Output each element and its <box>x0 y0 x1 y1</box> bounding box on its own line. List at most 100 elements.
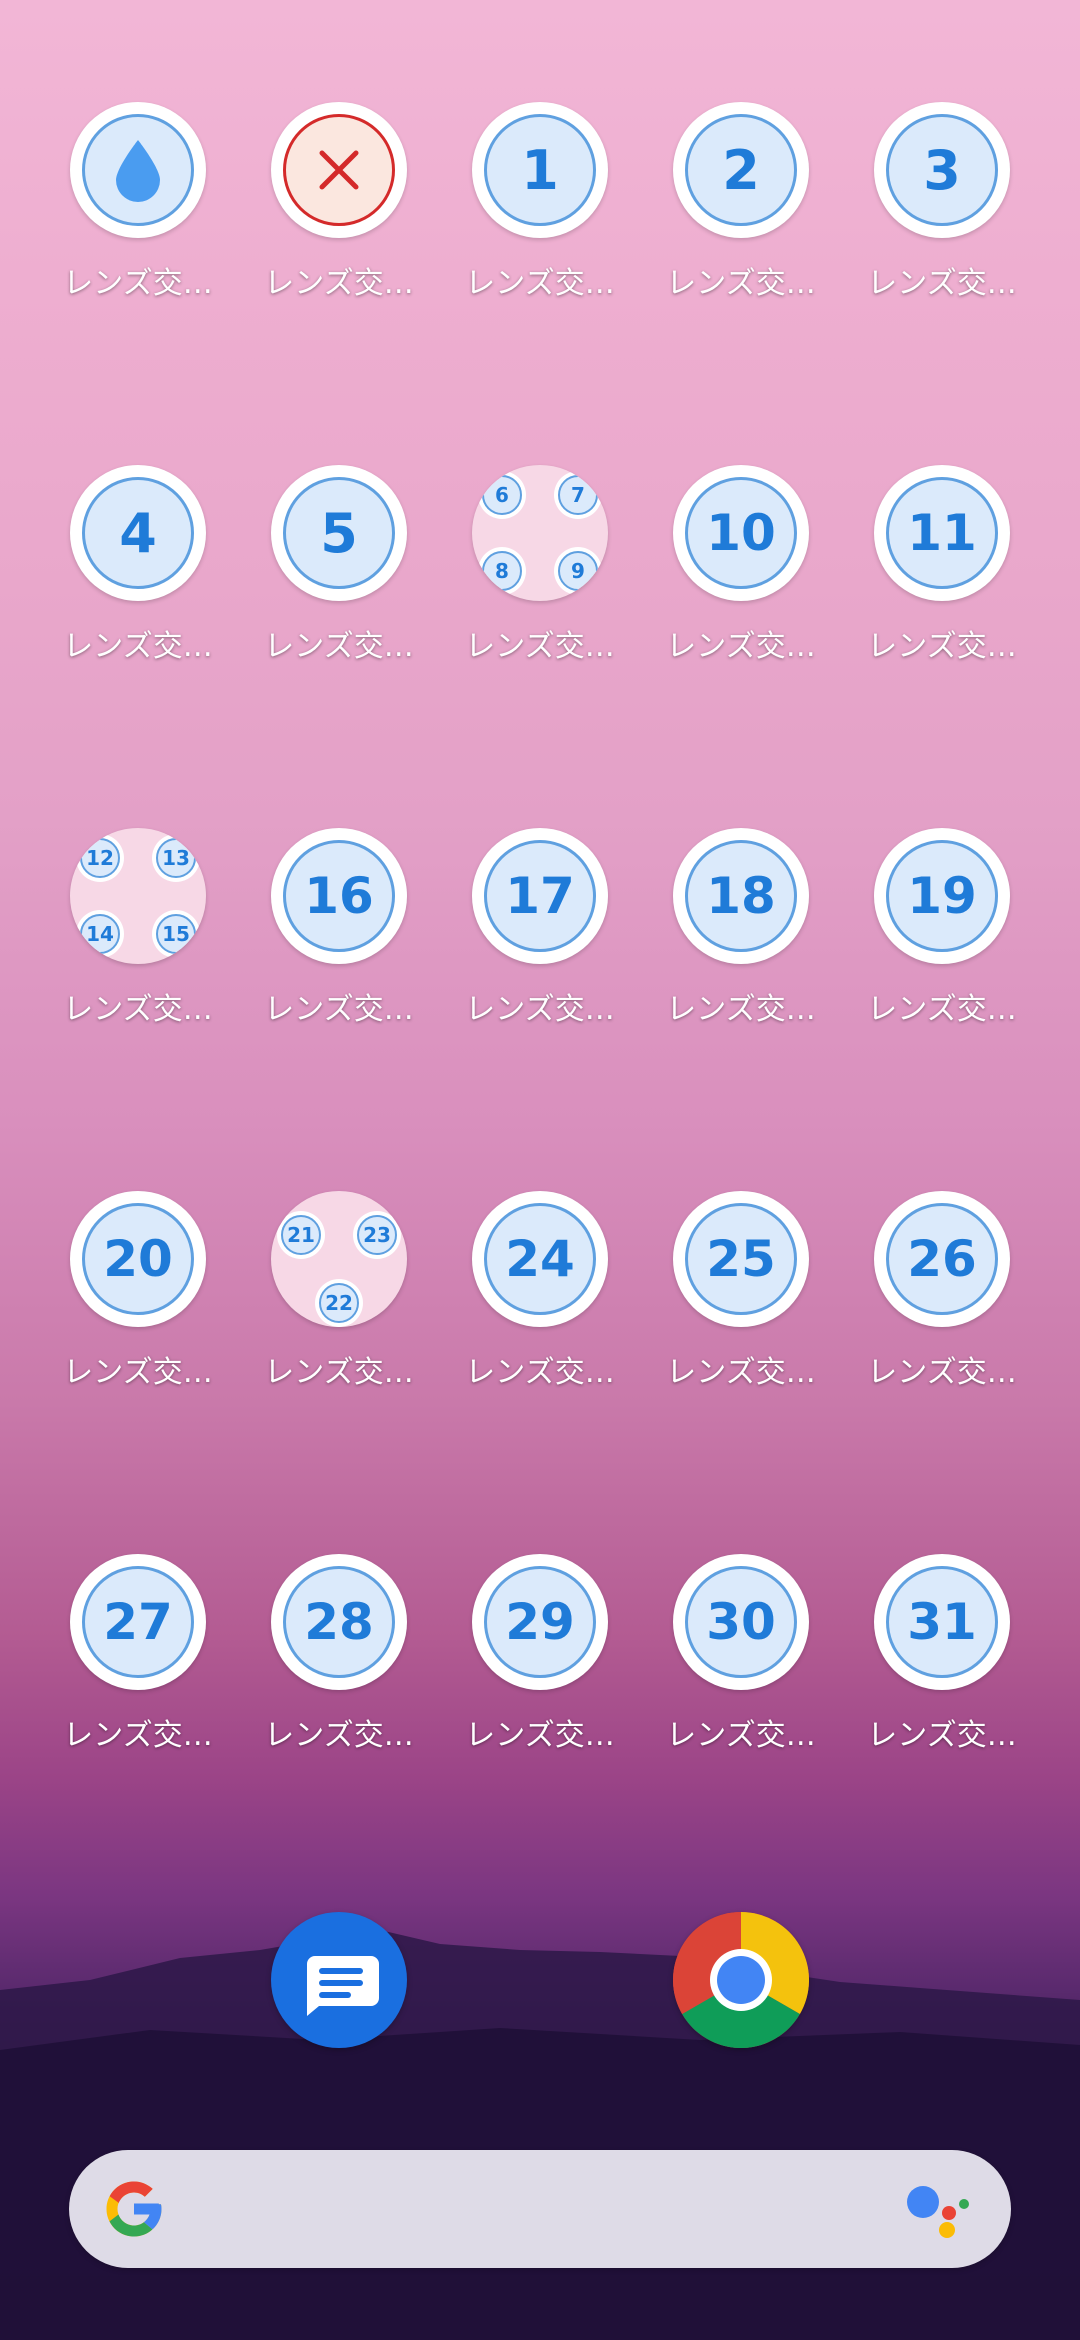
app-icon[interactable]: 24 レンズ交… <box>450 1191 630 1411</box>
day-number: 29 <box>484 1566 596 1678</box>
folder-mini-icon: 22 <box>315 1279 363 1327</box>
folder-mini-icon: 12 <box>76 834 124 882</box>
app-folder[interactable]: 6 7 8 9 レンズ交… <box>450 465 630 685</box>
app-icon-badge: 18 <box>673 828 809 964</box>
app-icon[interactable]: 26 レンズ交… <box>852 1191 1032 1411</box>
day-number: 27 <box>82 1566 194 1678</box>
wallpaper-mountains <box>0 1930 1080 2340</box>
app-icon-badge <box>271 102 407 238</box>
app-label: レンズ交… <box>666 629 816 664</box>
app-icon[interactable]: 16 レンズ交… <box>249 828 429 1048</box>
app-icon-badge: 16 <box>271 828 407 964</box>
app-icon[interactable]: 18 レンズ交… <box>651 828 831 1048</box>
day-number: 26 <box>886 1203 998 1315</box>
app-icon[interactable]: 2 レンズ交… <box>651 102 831 322</box>
google-g-icon <box>106 2181 162 2237</box>
app-icon[interactable]: 25 レンズ交… <box>651 1191 831 1411</box>
app-icon-badge: 2 <box>673 102 809 238</box>
day-number: 7 <box>558 475 598 515</box>
app-icon[interactable]: 28 レンズ交… <box>249 1554 429 1774</box>
app-icon-badge: 5 <box>271 465 407 601</box>
app-icon[interactable]: 27 レンズ交… <box>48 1554 228 1774</box>
app-icon[interactable]: 3 レンズ交… <box>852 102 1032 322</box>
day-number: 24 <box>484 1203 596 1315</box>
app-icon[interactable]: 17 レンズ交… <box>450 828 630 1048</box>
app-folder[interactable]: 12 13 14 15 レンズ交… <box>48 828 228 1048</box>
app-icon[interactable]: レンズ交… <box>48 102 228 322</box>
folder-preview: 6789 <box>472 465 608 601</box>
app-icon-badge: 31 <box>874 1554 1010 1690</box>
google-search-bar[interactable] <box>69 2150 1011 2268</box>
app-label: レンズ交… <box>264 266 414 301</box>
app-label: レンズ交… <box>465 1355 615 1390</box>
folder-mini-icon: 6 <box>478 471 526 519</box>
app-icon[interactable]: 19 レンズ交… <box>852 828 1032 1048</box>
app-icon[interactable]: 5 レンズ交… <box>249 465 429 685</box>
app-label: レンズ交… <box>867 992 1017 1027</box>
app-icon-badge: 24 <box>472 1191 608 1327</box>
app-icon[interactable]: 11 レンズ交… <box>852 465 1032 685</box>
day-number: 23 <box>357 1215 397 1255</box>
app-icon[interactable]: レンズ交… <box>249 102 429 322</box>
app-label: レンズ交… <box>867 266 1017 301</box>
app-icon-badge: 17 <box>472 828 608 964</box>
day-number: 13 <box>156 838 196 878</box>
day-number: 9 <box>558 551 598 591</box>
app-icon[interactable]: 20 レンズ交… <box>48 1191 228 1411</box>
day-number: 28 <box>283 1566 395 1678</box>
messages-app-icon[interactable] <box>271 1912 407 2048</box>
app-icon[interactable]: 10 レンズ交… <box>651 465 831 685</box>
day-number: 11 <box>886 477 998 589</box>
app-icon-badge: 19 <box>874 828 1010 964</box>
app-grid: レンズ交… レンズ交… 1 レンズ交… 2 レンズ交… 3 レンズ交… 4 レンズ交… 5 レンズ交…… <box>0 0 1080 1800</box>
app-icon-badge: 3 <box>874 102 1010 238</box>
app-label: レンズ交… <box>63 992 213 1027</box>
chrome-app-icon[interactable] <box>672 1912 810 2049</box>
folder-preview: 12 13 14 15 <box>70 828 206 964</box>
day-number: 1 <box>484 114 596 226</box>
app-icon-badge: 10 <box>673 465 809 601</box>
day-number: 10 <box>685 477 797 589</box>
app-label: レンズ交… <box>666 1718 816 1753</box>
day-number: 18 <box>685 840 797 952</box>
app-icon-badge: 29 <box>472 1554 608 1690</box>
day-number: 25 <box>685 1203 797 1315</box>
app-icon[interactable]: 1 レンズ交… <box>450 102 630 322</box>
app-icon[interactable]: 31 レンズ交… <box>852 1554 1032 1774</box>
app-label: レンズ交… <box>867 1718 1017 1753</box>
app-label: レンズ交… <box>465 629 615 664</box>
app-icon[interactable]: 29 レンズ交… <box>450 1554 630 1774</box>
folder-mini-icon: 8 <box>478 547 526 595</box>
app-label: レンズ交… <box>465 266 615 301</box>
app-folder[interactable]: 21 23 22 レンズ交… <box>249 1191 429 1411</box>
google-assistant-icon[interactable] <box>905 2180 975 2240</box>
app-label: レンズ交… <box>264 992 414 1027</box>
messages-icon <box>307 1956 379 2016</box>
day-number: 8 <box>482 551 522 591</box>
day-number: 16 <box>283 840 395 952</box>
day-number: 12 <box>80 838 120 878</box>
app-label: レンズ交… <box>264 1355 414 1390</box>
app-label: レンズ交… <box>465 1718 615 1753</box>
day-number: 15 <box>156 914 196 954</box>
app-label: レンズ交… <box>63 629 213 664</box>
chrome-icon <box>672 1912 810 2049</box>
day-number: 5 <box>283 477 395 589</box>
day-number: 4 <box>82 477 194 589</box>
folder-mini-icon: 14 <box>76 910 124 958</box>
app-icon[interactable]: 4 レンズ交… <box>48 465 228 685</box>
day-number: 14 <box>80 914 120 954</box>
app-icon-badge: 1 <box>472 102 608 238</box>
app-icon-badge: 27 <box>70 1554 206 1690</box>
app-label: レンズ交… <box>63 1355 213 1390</box>
app-label: レンズ交… <box>666 266 816 301</box>
app-label: レンズ交… <box>63 266 213 301</box>
day-number: 3 <box>886 114 998 226</box>
app-label: レンズ交… <box>666 1355 816 1390</box>
water-drop-icon <box>82 114 194 226</box>
folder-mini-icon: 9 <box>554 547 602 595</box>
app-icon[interactable]: 30 レンズ交… <box>651 1554 831 1774</box>
app-label: レンズ交… <box>264 629 414 664</box>
day-number: 19 <box>886 840 998 952</box>
app-label: レンズ交… <box>63 1718 213 1753</box>
